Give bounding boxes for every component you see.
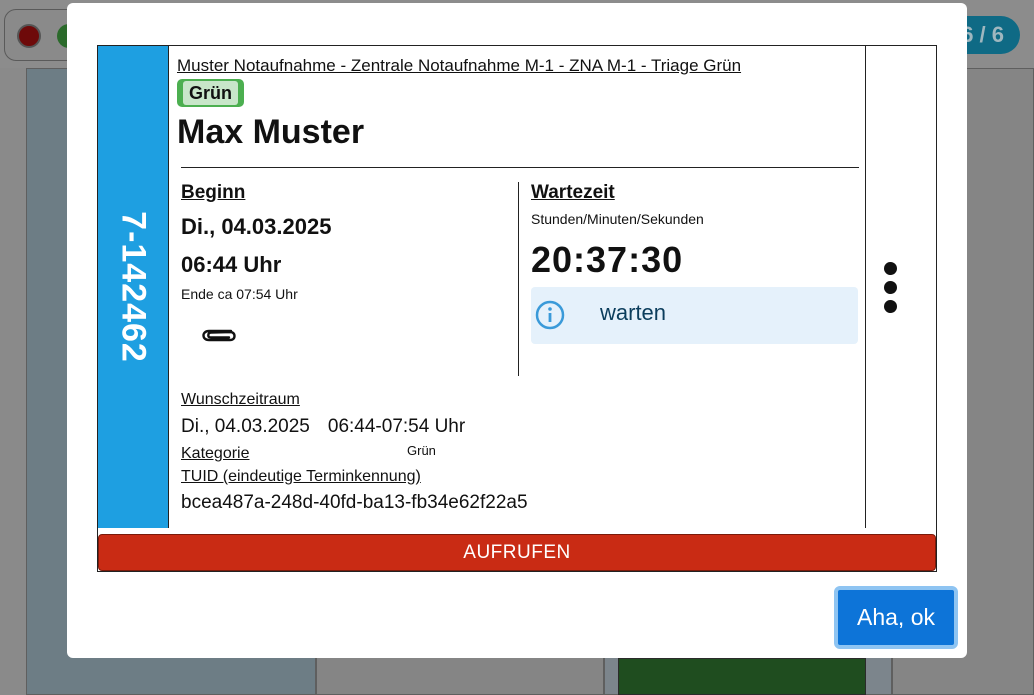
wait-unit: Stunden/Minuten/Sekunden	[531, 211, 704, 227]
end-note: Ende ca 07:54 Uhr	[181, 286, 298, 302]
card-body: Muster Notaufnahme - Zentrale Notaufnahm…	[169, 46, 866, 528]
location-link[interactable]: Muster Notaufnahme - Zentrale Notaufnahm…	[177, 56, 741, 76]
appointment-card: 7-142462 Muster Notaufnahme - Zentrale N…	[97, 45, 937, 572]
close-dot-icon	[17, 24, 41, 48]
begin-time: 06:44 Uhr	[181, 252, 282, 277]
begin-section: Beginn Di., 04.03.2025 06:44 Uhr Ende ca…	[181, 182, 517, 344]
background-card	[618, 658, 866, 695]
status-text: warten	[600, 300, 667, 325]
triage-badge-label: Grün	[183, 81, 238, 105]
wish-label: Wunschzeitraum	[181, 391, 300, 408]
status-box: warten	[531, 287, 858, 344]
wish-date: Di., 04.03.2025	[181, 416, 310, 437]
card-menu-column	[865, 46, 936, 528]
begin-title: Beginn	[181, 182, 246, 203]
details-section: Wunschzeitraum Di., 04.03.2025 06:44-07:5…	[181, 391, 841, 514]
category-row: Kategorie Grün	[181, 442, 841, 466]
wish-time: 06:44-07:54 Uhr	[327, 416, 466, 437]
wait-title: Wartezeit	[531, 182, 615, 203]
info-icon	[535, 300, 565, 330]
patient-name: Max Muster	[177, 113, 365, 151]
category-value: Grün	[407, 443, 436, 458]
wait-timer: 20:37:30	[531, 239, 684, 280]
wish-row: Di., 04.03.2025 06:44-07:54 Uhr	[181, 416, 841, 438]
tuid-label: TUID (eindeutige Terminkennung)	[181, 468, 421, 485]
category-label: Kategorie	[181, 445, 250, 462]
section-separator	[518, 182, 519, 376]
card-id-strip: 7-142462	[98, 46, 169, 528]
appointment-dialog: 7-142462 Muster Notaufnahme - Zentrale N…	[67, 3, 967, 658]
triage-badge: Grün	[177, 79, 244, 107]
wait-section: Wartezeit Stunden/Minuten/Sekunden 20:37…	[531, 182, 859, 344]
ok-button[interactable]: Aha, ok	[834, 586, 958, 649]
tuid-value: bcea487a-248d-40fd-ba13-fb34e62f22a5	[181, 492, 528, 513]
paperclip-icon[interactable]	[201, 324, 237, 344]
divider	[181, 167, 859, 168]
call-button[interactable]: AUFRUFEN	[98, 534, 936, 571]
card-id: 7-142462	[114, 211, 153, 363]
more-vertical-icon[interactable]	[884, 262, 898, 313]
begin-date: Di., 04.03.2025	[181, 214, 332, 239]
